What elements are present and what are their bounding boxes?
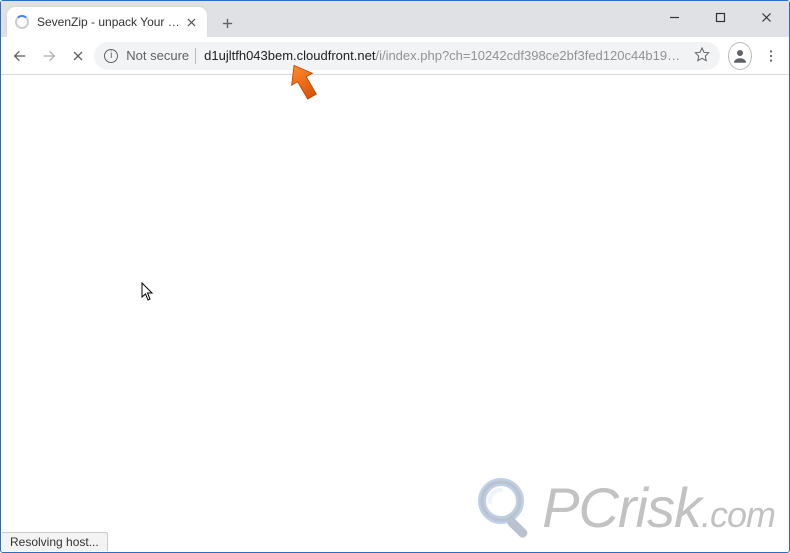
watermark: PCrisk.com bbox=[476, 475, 775, 540]
loading-spinner-icon bbox=[15, 15, 29, 29]
profile-button[interactable] bbox=[728, 42, 752, 70]
menu-button[interactable] bbox=[760, 42, 783, 70]
status-text: Resolving host... bbox=[10, 535, 99, 549]
browser-tab[interactable]: SevenZip - unpack Your File Is Re bbox=[7, 7, 207, 37]
site-info-icon[interactable]: i bbox=[104, 49, 118, 63]
new-tab-button[interactable] bbox=[213, 9, 241, 37]
divider bbox=[195, 48, 196, 64]
back-button[interactable] bbox=[7, 41, 32, 71]
maximize-button[interactable] bbox=[697, 1, 743, 33]
minimize-button[interactable] bbox=[651, 1, 697, 33]
mouse-cursor-icon bbox=[141, 282, 155, 302]
url-path: /i/index.php?ch=10242cdf398ce2bf3fed120c… bbox=[375, 48, 685, 63]
status-bar: Resolving host... bbox=[2, 532, 108, 551]
stop-reload-button[interactable] bbox=[65, 41, 90, 71]
annotation-arrow-icon bbox=[281, 59, 325, 103]
toolbar: i Not secure d1ujltfh043bem.cloudfront.n… bbox=[1, 37, 789, 75]
window-controls bbox=[651, 1, 789, 33]
tab-title: SevenZip - unpack Your File Is Re bbox=[37, 15, 183, 29]
bookmark-star-icon[interactable] bbox=[694, 46, 710, 65]
forward-button[interactable] bbox=[36, 41, 61, 71]
security-label: Not secure bbox=[126, 48, 189, 63]
close-window-button[interactable] bbox=[743, 1, 789, 33]
magnifier-icon bbox=[476, 476, 540, 540]
address-bar[interactable]: i Not secure d1ujltfh043bem.cloudfront.n… bbox=[94, 42, 720, 70]
close-tab-button[interactable] bbox=[183, 14, 199, 30]
url-text: d1ujltfh043bem.cloudfront.net/i/index.ph… bbox=[204, 48, 686, 63]
watermark-text: PCrisk.com bbox=[542, 475, 775, 540]
